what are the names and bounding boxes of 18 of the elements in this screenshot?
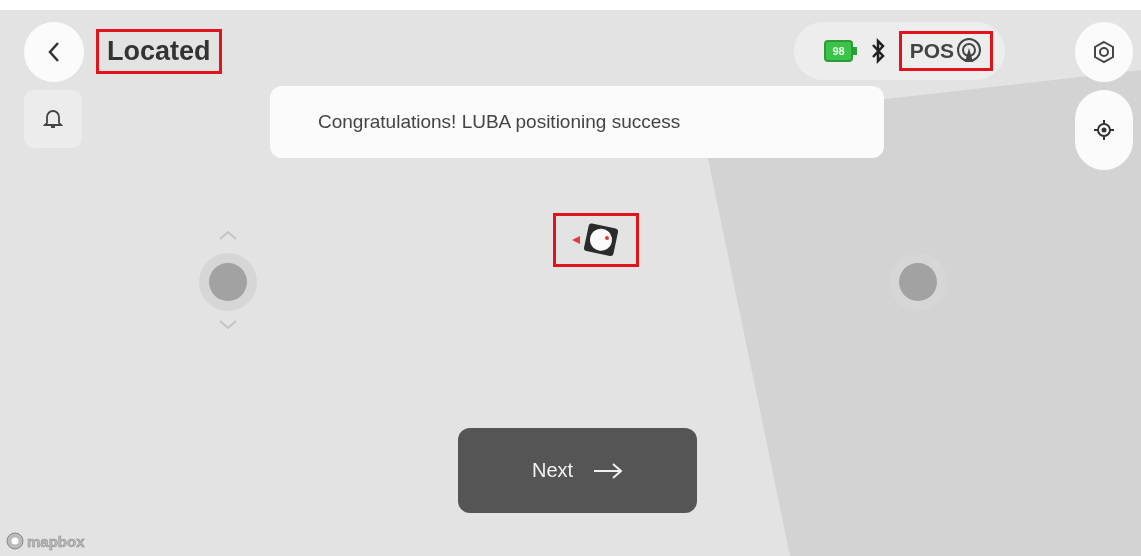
toast-message: Congratulations! LUBA positioning success: [318, 111, 681, 133]
arrow-right-icon: [593, 461, 624, 480]
position-label: POS: [909, 39, 954, 63]
battery-tip-icon: [852, 47, 857, 55]
settings-icon: [1092, 40, 1116, 64]
crosshair-icon: [1093, 119, 1115, 141]
bluetooth-icon: [870, 38, 885, 64]
mapbox-logo-icon: [6, 532, 24, 550]
notification-button[interactable]: [24, 90, 82, 148]
bell-icon: [43, 108, 63, 130]
next-button[interactable]: Next: [458, 428, 697, 513]
up-chevron-icon: [218, 230, 238, 240]
back-icon: [46, 41, 62, 63]
down-chevron-icon: [218, 320, 238, 330]
antenna-icon: [956, 38, 982, 64]
battery-indicator: 98: [824, 40, 857, 62]
page-title: Located: [107, 35, 211, 67]
map-attribution: mapbox: [27, 532, 85, 550]
